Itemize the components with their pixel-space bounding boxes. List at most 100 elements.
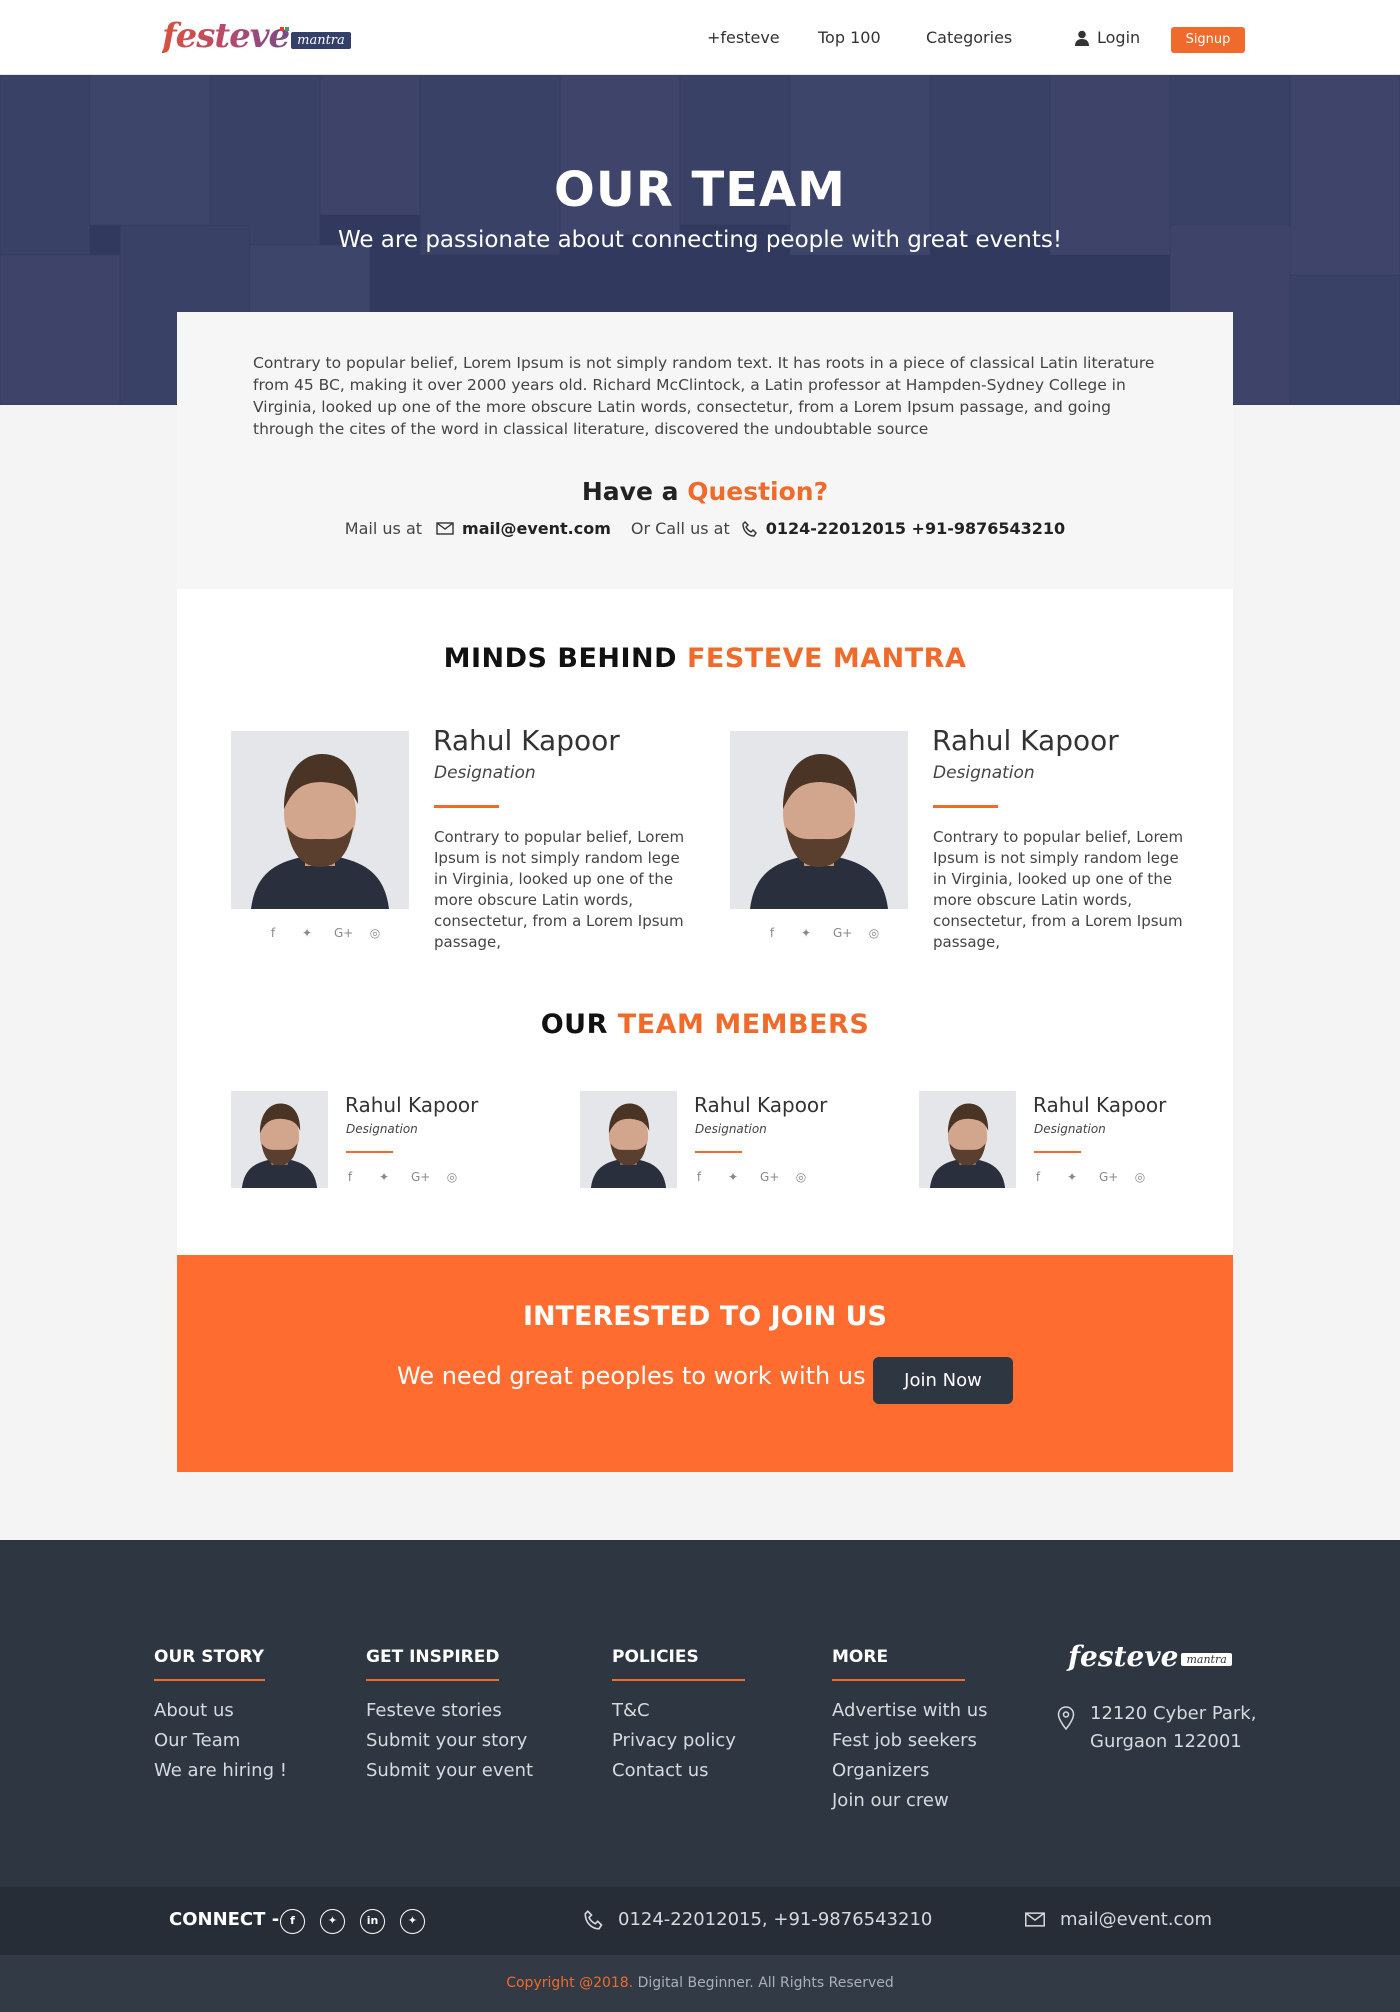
footer-links-policies: T&C Privacy policy Contact us <box>612 1700 736 1782</box>
footer-link[interactable]: Submit your story <box>366 1730 533 1752</box>
footer-link[interactable]: Join our crew <box>832 1790 987 1812</box>
footer-address: 12120 Cyber Park, Gurgaon 122001 <box>1090 1700 1256 1756</box>
member-name: Rahul Kapoor <box>345 1093 479 1117</box>
leaders-heading-prefix: MINDS BEHIND <box>443 643 678 674</box>
footer-link[interactable]: About us <box>154 1700 287 1722</box>
mail-icon <box>1025 1912 1045 1927</box>
footer-link[interactable]: T&C <box>612 1700 736 1722</box>
leader-bio: Contrary to popular belief, Lorem Ipsum … <box>933 828 1184 951</box>
footer-divider <box>832 1679 965 1681</box>
footer-divider <box>366 1679 499 1681</box>
footer-phone-link[interactable]: 0124-22012015, +91-9876543210 <box>618 1909 932 1930</box>
join-now-button[interactable]: Join Now <box>873 1357 1013 1404</box>
facebook-icon[interactable]: f <box>692 1170 706 1184</box>
footer-mail-link[interactable]: mail@event.com <box>1060 1909 1212 1930</box>
hero-title: OUR TEAM <box>554 162 846 218</box>
google-plus-icon[interactable]: G+ <box>760 1170 779 1184</box>
google-plus-icon[interactable]: G+ <box>411 1170 430 1184</box>
google-plus-icon[interactable]: G+ <box>334 926 353 940</box>
footer-divider <box>154 1679 265 1681</box>
footer-logo-text: festeve <box>1068 1640 1179 1673</box>
twitter-icon[interactable]: ✦ <box>799 926 813 940</box>
instagram-icon[interactable]: ◎ <box>1133 1170 1147 1184</box>
twitter-icon[interactable]: ✦ <box>320 1909 345 1934</box>
footer-heading-policies: POLICIES <box>612 1647 699 1667</box>
member-designation: Designation <box>1034 1122 1106 1136</box>
facebook-icon[interactable]: f <box>1031 1170 1045 1184</box>
footer-link[interactable]: Festeve stories <box>366 1700 533 1722</box>
question-prefix: Have a <box>581 477 679 506</box>
members-heading-highlight: TEAM MEMBERS <box>617 1009 870 1040</box>
footer-logo-badge: mantra <box>1181 1653 1232 1666</box>
footer-link[interactable]: Submit your event <box>366 1760 533 1782</box>
instagram-icon[interactable]: ◎ <box>445 1170 459 1184</box>
member-socials: f ✦ G+ ◎ <box>692 1170 808 1184</box>
facebook-icon[interactable]: f <box>280 1909 305 1934</box>
footer-heading-more: MORE <box>832 1647 889 1667</box>
twitter-icon[interactable]: ✦ <box>726 1170 740 1184</box>
footer-logo[interactable]: festeve mantra <box>1068 1640 1232 1673</box>
member-photo <box>231 1091 328 1188</box>
twitter-icon[interactable]: ✦ <box>400 1909 425 1934</box>
linkedin-icon[interactable]: in <box>360 1909 385 1934</box>
join-banner: INTERESTED TO JOIN US We need great peop… <box>177 1255 1233 1472</box>
phone-link[interactable]: 0124-22012015 +91-9876543210 <box>766 519 1065 538</box>
footer-links-our-story: About us Our Team We are hiring ! <box>154 1700 287 1782</box>
facebook-icon[interactable]: f <box>765 926 779 940</box>
team-section: MINDS BEHIND FESTEVE MANTRA f ✦ G+ ◎ Rahul … <box>177 589 1233 1255</box>
leader-photo <box>730 731 908 909</box>
nav-categories[interactable]: Categories <box>926 28 1012 47</box>
instagram-icon[interactable]: ◎ <box>867 926 881 940</box>
hero-subtitle: We are passionate about connecting peopl… <box>337 227 1063 253</box>
intro-text: Contrary to popular belief, Lorem Ipsum … <box>253 354 1155 438</box>
contact-line: Mail us at mail@event.com Or Call us at … <box>177 519 1233 538</box>
footer-link[interactable]: We are hiring ! <box>154 1760 287 1782</box>
google-plus-icon[interactable]: G+ <box>1099 1170 1118 1184</box>
facebook-icon[interactable]: f <box>343 1170 357 1184</box>
facebook-icon[interactable]: f <box>266 926 280 940</box>
join-title: INTERESTED TO JOIN US <box>522 1301 888 1332</box>
footer-link[interactable]: Fest job seekers <box>832 1730 987 1752</box>
footer-links-more: Advertise with us Fest job seekers Organ… <box>832 1700 987 1812</box>
leader-name: Rahul Kapoor <box>932 724 1119 757</box>
intro-card: Contrary to popular belief, Lorem Ipsum … <box>177 312 1233 589</box>
user-icon <box>1075 30 1089 46</box>
nav-festeve[interactable]: +festeve <box>707 28 780 47</box>
leader-name: Rahul Kapoor <box>433 724 620 757</box>
mail-link[interactable]: mail@event.com <box>462 519 611 538</box>
phone-icon <box>742 520 757 537</box>
copyright-year: Copyright @2018. <box>506 1975 634 1991</box>
footer-heading-our-story: OUR STORY <box>154 1647 265 1667</box>
instagram-icon[interactable]: ◎ <box>368 926 382 940</box>
twitter-icon[interactable]: ✦ <box>300 926 314 940</box>
member-photo <box>919 1091 1016 1188</box>
footer-phone: 0124-22012015, +91-9876543210 <box>584 1909 932 1930</box>
footer-link[interactable]: Our Team <box>154 1730 287 1752</box>
twitter-icon[interactable]: ✦ <box>377 1170 391 1184</box>
leaders-heading-highlight: FESTEVE MANTRA <box>686 643 967 674</box>
site-footer: OUR STORY About us Our Team We are hirin… <box>0 1540 1400 1887</box>
accent-divider <box>1034 1151 1081 1153</box>
address-line-2: Gurgaon 122001 <box>1090 1731 1242 1752</box>
footer-links-get-inspired: Festeve stories Submit your story Submit… <box>366 1700 533 1782</box>
accent-divider <box>346 1151 393 1153</box>
leader-designation: Designation <box>434 763 536 783</box>
footer-link[interactable]: Organizers <box>832 1760 987 1782</box>
google-plus-icon[interactable]: G+ <box>833 926 852 940</box>
member-photo <box>580 1091 677 1188</box>
member-name: Rahul Kapoor <box>694 1093 828 1117</box>
login-link[interactable]: Login <box>1075 28 1140 47</box>
footer-link[interactable]: Privacy policy <box>612 1730 736 1752</box>
members-heading: OUR TEAM MEMBERS <box>177 1009 1233 1040</box>
member-name: Rahul Kapoor <box>1033 1093 1167 1117</box>
instagram-icon[interactable]: ◎ <box>794 1170 808 1184</box>
site-logo[interactable]: festeve mantra <box>162 14 351 58</box>
footer-link[interactable]: Contact us <box>612 1760 736 1782</box>
signup-button[interactable]: Signup <box>1171 27 1245 53</box>
footer-link[interactable]: Advertise with us <box>832 1700 987 1722</box>
footer-mail: mail@event.com <box>1024 1909 1212 1930</box>
nav-top-100[interactable]: Top 100 <box>818 28 881 47</box>
member-designation: Designation <box>346 1122 418 1136</box>
twitter-icon[interactable]: ✦ <box>1065 1170 1079 1184</box>
connect-label: CONNECT - <box>169 1909 280 1930</box>
